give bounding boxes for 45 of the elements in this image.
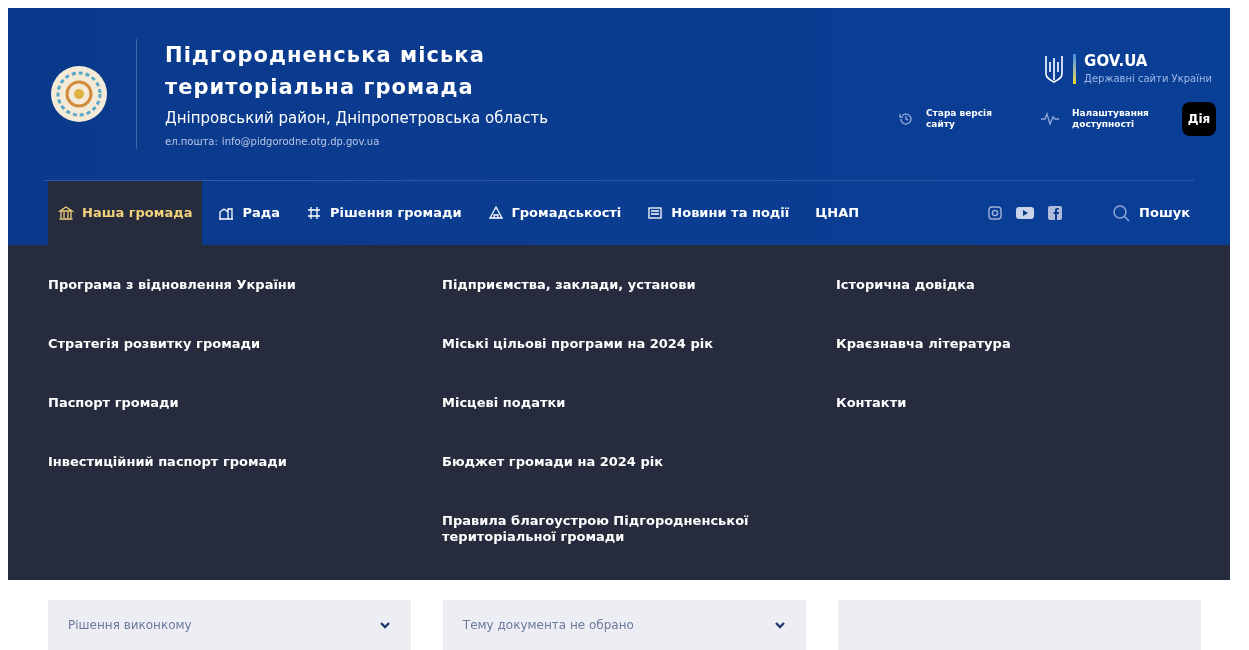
menu-link[interactable]: Правила благоустрою Підгородненської територіальної громади — [442, 513, 812, 572]
gov-ua-subtitle: Державні сайти України — [1084, 71, 1212, 86]
menu-link[interactable]: Підприємства, заклади, установи — [442, 277, 812, 336]
email-label: ел.пошта: — [165, 134, 218, 149]
select-field[interactable]: Тему документа не обрано — [442, 600, 806, 650]
newspaper-icon — [647, 205, 664, 221]
menu-link[interactable]: Паспорт громади — [48, 395, 418, 454]
nav-tab[interactable]: Новини та події — [637, 181, 800, 245]
menu-link[interactable]: Місцеві податки — [442, 395, 812, 454]
history-icon — [898, 110, 914, 127]
old-version-link[interactable]: Стара версія сайту — [898, 107, 1016, 131]
chevron-down-icon — [773, 619, 786, 631]
gov-ua-title[interactable]: GOV.UA — [1084, 52, 1212, 71]
grid-icon — [306, 205, 323, 221]
site-title: територіальна громада — [165, 74, 475, 102]
diia-button[interactable]: Дія — [1182, 101, 1216, 136]
trident-icon — [1043, 54, 1066, 84]
menu-link[interactable]: Історична довідка — [836, 277, 1206, 336]
nav-tab[interactable]: Наша громада — [48, 181, 203, 245]
chevron-down-icon — [378, 619, 391, 631]
menu-link[interactable]: Бюджет громади на 2024 рік — [442, 454, 812, 513]
menu-link[interactable]: Програма з відновлення України — [48, 277, 418, 336]
nav-tab[interactable]: Рішення громади — [296, 181, 472, 245]
accessibility-icon — [1040, 110, 1060, 127]
building-icon — [218, 205, 235, 221]
facebook-icon[interactable] — [1047, 205, 1064, 221]
instagram-icon[interactable] — [987, 205, 1004, 221]
menu-link[interactable]: Стратегія розвитку громади — [48, 336, 418, 395]
site-title: Підгородненська міська — [165, 42, 486, 70]
menu-link[interactable]: Краєзнавча література — [836, 336, 1206, 395]
bank-icon — [58, 205, 74, 221]
menu-link[interactable]: Інвестиційний паспорт громади — [48, 454, 418, 513]
youtube-icon[interactable] — [1015, 205, 1036, 221]
search-link[interactable]: Пошук — [1111, 181, 1190, 245]
email-link[interactable]: info@pidgorodne.otg.dp.gov.ua — [221, 133, 380, 149]
nav-tab[interactable]: ЦНАП — [805, 181, 870, 245]
search-icon — [1111, 203, 1132, 223]
select-field[interactable]: Рішення виконкому — [48, 600, 411, 650]
site-subtitle: Дніпровський район, Дніпропетровська область — [165, 108, 549, 130]
emblem-logo[interactable] — [50, 65, 108, 123]
nav-tab[interactable]: Громадськості — [477, 181, 632, 245]
nav-tab[interactable]: Рада — [208, 181, 291, 245]
menu-link[interactable]: Контакти — [836, 395, 1206, 454]
menu-link[interactable]: Міські цільові програми на 2024 рік — [442, 336, 812, 395]
accessibility-link[interactable]: Налаштування доступності — [1040, 107, 1158, 131]
